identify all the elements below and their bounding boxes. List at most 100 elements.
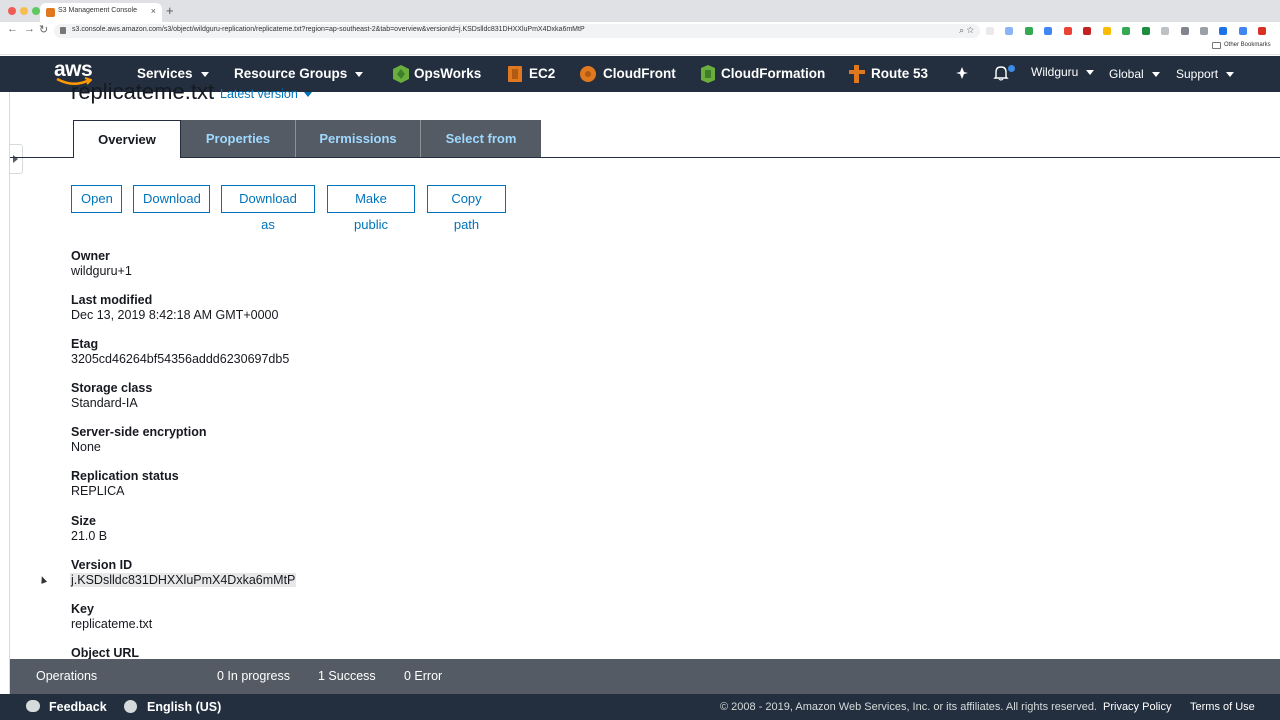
feedback-link[interactable]: Feedback: [49, 700, 107, 714]
globe-icon[interactable]: [124, 700, 137, 713]
extension-icon[interactable]: [1005, 27, 1014, 35]
chevron-down-icon: [1086, 70, 1095, 76]
maximize-window-button[interactable]: [32, 7, 40, 15]
opsworks-shortcut[interactable]: OpsWorks: [414, 66, 481, 81]
replication-status-label: Replication status: [71, 469, 179, 483]
extension-icon[interactable]: [1141, 27, 1150, 35]
browser-tab-strip: S3 Management Console × +: [0, 0, 1280, 22]
extension-icon[interactable]: [1024, 27, 1033, 35]
tabs-divider: [10, 157, 1280, 158]
lock-icon: [60, 27, 66, 34]
key-label: Key: [71, 602, 94, 616]
cloudformation-shortcut[interactable]: CloudFormation: [721, 66, 825, 81]
close-tab-icon[interactable]: ×: [151, 6, 156, 16]
mouse-cursor-icon: [38, 575, 48, 584]
operations-bar[interactable]: Operations 0 In progress 1 Success 0 Err…: [10, 659, 1280, 694]
other-bookmarks-link[interactable]: Other Bookmarks: [1224, 42, 1271, 48]
browser-toolbar: ← → ↻ s3.console.aws.amazon.com/s3/objec…: [0, 22, 1280, 53]
forward-icon[interactable]: →: [24, 23, 35, 35]
extension-icon[interactable]: [1161, 27, 1170, 35]
browser-tab-title: S3 Management Console: [58, 7, 137, 14]
tab-properties[interactable]: Properties: [181, 120, 296, 157]
close-window-button[interactable]: [8, 7, 16, 15]
tab-select-from[interactable]: Select from: [421, 120, 541, 157]
storage-class-value: Standard-IA: [71, 396, 138, 410]
tab-overview[interactable]: Overview: [73, 120, 181, 158]
version-label: Latest version: [220, 87, 298, 101]
opsworks-icon: [393, 65, 409, 83]
open-button[interactable]: Open: [71, 185, 122, 213]
size-label: Size: [71, 514, 97, 528]
cloudfront-shortcut[interactable]: CloudFront: [603, 66, 676, 81]
owner-value: wildguru+1: [71, 264, 132, 278]
extension-icon[interactable]: [1180, 27, 1189, 35]
route53-shortcut[interactable]: Route 53: [871, 66, 928, 81]
reload-icon[interactable]: ↻: [39, 23, 48, 36]
notification-dot: [1008, 65, 1015, 72]
extension-icon[interactable]: [1102, 27, 1111, 35]
download-as-button[interactable]: Download as: [221, 185, 315, 232]
object-title: replicateme.txt: [71, 79, 215, 104]
chevron-down-icon: [1151, 72, 1160, 78]
ec2-shortcut[interactable]: EC2: [529, 66, 555, 81]
ec2-icon: [508, 66, 522, 82]
account-menu[interactable]: Wildguru: [1031, 65, 1095, 79]
address-bar[interactable]: s3.console.aws.amazon.com/s3/object/wild…: [54, 24, 980, 38]
operations-label[interactable]: Operations: [36, 669, 97, 683]
make-public-button[interactable]: Make public: [327, 185, 415, 232]
version-id-value[interactable]: j.KSDslldc831DHXXluPmX4Dxka6mMtP: [70, 573, 297, 587]
chevron-down-icon: [303, 92, 312, 98]
cloudfront-icon: [580, 66, 596, 82]
tab-permissions[interactable]: Permissions: [296, 120, 421, 157]
feedback-icon[interactable]: [26, 700, 40, 712]
support-label: Support: [1176, 67, 1219, 81]
last-modified-value: Dec 13, 2019 8:42:18 AM GMT+0000: [71, 308, 279, 322]
sidebar-toggle[interactable]: [10, 144, 23, 174]
bookmarks-bar: Other Bookmarks: [0, 39, 1280, 55]
support-menu[interactable]: Support: [1176, 67, 1235, 81]
region-menu[interactable]: Global: [1109, 67, 1160, 81]
error-count[interactable]: 0 Error: [404, 669, 442, 683]
route53-icon: [849, 65, 865, 83]
extension-icon[interactable]: [1199, 27, 1208, 35]
back-icon[interactable]: ←: [7, 23, 18, 35]
extension-icon[interactable]: [1083, 27, 1092, 35]
extension-icon[interactable]: [1219, 27, 1228, 35]
size-value: 21.0 B: [71, 529, 108, 543]
minimize-window-button[interactable]: [20, 7, 28, 15]
resource-groups-label: Resource Groups: [234, 66, 348, 81]
extensions-row: [986, 27, 1280, 53]
extension-icon[interactable]: [986, 27, 994, 35]
chevron-down-icon: [1226, 72, 1235, 78]
folder-icon: [1212, 42, 1221, 49]
terms-of-use-link[interactable]: Terms of Use: [1190, 701, 1255, 713]
bookmark-star-icon[interactable]: ⌕ ☆: [959, 25, 974, 36]
key-value: replicateme.txt: [71, 617, 153, 631]
object-url-label: Object URL: [71, 646, 140, 660]
copy-path-button[interactable]: Copy path: [427, 185, 506, 232]
extension-icon[interactable]: [1063, 27, 1072, 35]
pin-icon[interactable]: [955, 66, 969, 80]
extension-icon[interactable]: [1258, 27, 1267, 35]
in-progress-count[interactable]: 0 In progress: [217, 669, 290, 683]
resource-groups-menu[interactable]: Resource Groups: [234, 66, 364, 81]
encryption-label: Server-side encryption: [71, 425, 207, 439]
download-button[interactable]: Download: [133, 185, 210, 213]
extension-icon[interactable]: [1044, 27, 1053, 35]
version-id-label: Version ID: [71, 558, 133, 572]
privacy-policy-link[interactable]: Privacy Policy: [1103, 701, 1171, 713]
footer: Feedback English (US) © 2008 - 2019, Ama…: [0, 694, 1280, 720]
success-count[interactable]: 1 Success: [318, 669, 376, 683]
s3-favicon-icon: [46, 8, 55, 17]
extension-icon[interactable]: [1238, 27, 1247, 35]
cloudformation-icon: [701, 65, 715, 83]
account-label: Wildguru: [1031, 65, 1079, 79]
new-tab-button[interactable]: +: [166, 3, 174, 18]
extension-icon[interactable]: [1122, 27, 1131, 35]
browser-tab[interactable]: S3 Management Console ×: [40, 3, 162, 22]
storage-class-label: Storage class: [71, 381, 153, 395]
bell-icon[interactable]: [993, 65, 1009, 82]
language-selector[interactable]: English (US): [147, 700, 221, 714]
chevron-down-icon: [200, 71, 209, 77]
version-dropdown[interactable]: Latest version: [220, 87, 312, 101]
